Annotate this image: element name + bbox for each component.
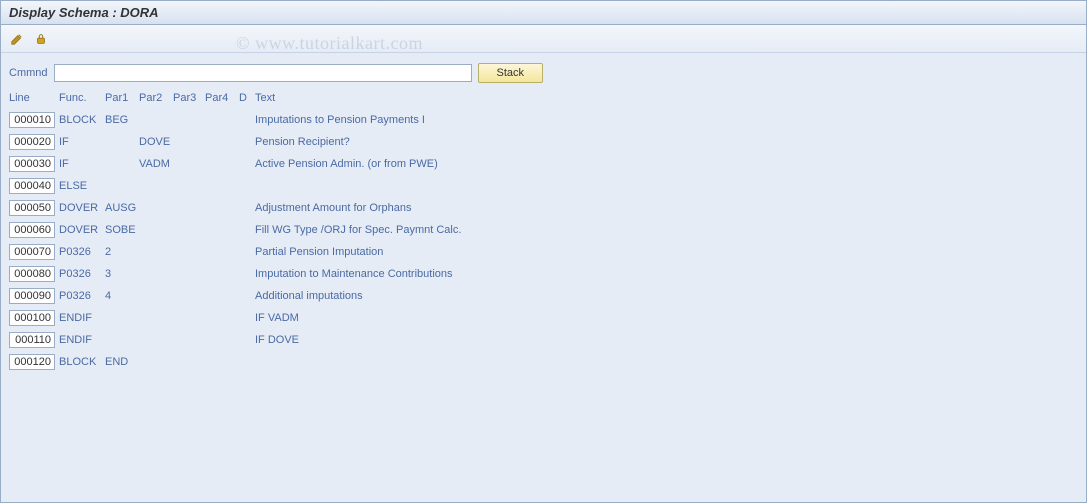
command-label: Cmmnd	[9, 67, 48, 79]
cell-par1: BEG	[105, 114, 139, 126]
header-text: Text	[253, 92, 1078, 104]
line-number-input[interactable]: 000070	[9, 244, 55, 260]
cell-par2: VADM	[139, 158, 173, 170]
cell-text: IF DOVE	[253, 334, 1078, 346]
header-d: D	[239, 92, 253, 104]
table-row: 000020 IF DOVE Pension Recipient?	[9, 131, 1078, 153]
table-row: 000050 DOVERAUSG Adjustment Amount for Orp…	[9, 197, 1078, 219]
line-number-input[interactable]: 000020	[9, 134, 55, 150]
cell-func: ENDIF	[59, 334, 105, 346]
line-number-input[interactable]: 000030	[9, 156, 55, 172]
cell-text: Adjustment Amount for Orphans	[253, 202, 1078, 214]
stack-button[interactable]: Stack	[478, 63, 544, 83]
grid-body: 000010BLOCKBEGImputations to Pension Pay…	[9, 109, 1078, 373]
table-row: 000060 DOVERSOBE Fill WG Type /ORJ for Spe…	[9, 219, 1078, 241]
table-row: 000070 P03262 Partial Pension Imputation	[9, 241, 1078, 263]
header-line: Line	[9, 92, 59, 104]
line-number-input[interactable]: 000090	[9, 288, 55, 304]
cell-text: Pension Recipient?	[253, 136, 1078, 148]
cell-par1: AUSG	[105, 202, 139, 214]
line-number-input[interactable]: 000080	[9, 266, 55, 282]
cell-text: Additional imputations	[253, 290, 1078, 302]
line-number-input[interactable]: 000100	[9, 310, 55, 326]
table-row: 000030 IF VADM Active Pension Admin. (or fr…	[9, 153, 1078, 175]
lock-icon[interactable]	[31, 30, 51, 48]
header-par3: Par3	[173, 92, 205, 104]
grid-header: Line Func. Par1 Par2 Par3 Par4 D Text	[9, 87, 1078, 109]
cell-par1: 2	[105, 246, 139, 258]
table-row: 000110 ENDIF IF DOVE	[9, 329, 1078, 351]
cell-text: Imputation to Maintenance Contributions	[253, 268, 1078, 280]
command-input[interactable]	[54, 64, 472, 82]
cell-text: Imputations to Pension Payments I	[253, 114, 1078, 126]
line-number-input[interactable]: 000040	[9, 178, 55, 194]
line-number-input[interactable]: 000120	[9, 354, 55, 370]
table-row: 000100 ENDIF IF VADM	[9, 307, 1078, 329]
content-area: Cmmnd Stack Line Func. Par1 Par2 Par3 Pa…	[1, 53, 1086, 379]
cell-par1: SOBE	[105, 224, 139, 236]
line-number-input[interactable]: 000050	[9, 200, 55, 216]
cell-func: P0326	[59, 246, 105, 258]
cell-text: Partial Pension Imputation	[253, 246, 1078, 258]
command-row: Cmmnd Stack	[9, 63, 1078, 83]
cell-func: BLOCK	[59, 114, 105, 126]
cell-func: IF	[59, 158, 105, 170]
cell-par1: 3	[105, 268, 139, 280]
header-par2: Par2	[139, 92, 173, 104]
cell-par1: 4	[105, 290, 139, 302]
cell-func: BLOCK	[59, 356, 105, 368]
cell-func: DOVER	[59, 202, 105, 214]
cell-par2: DOVE	[139, 136, 173, 148]
cell-text: Fill WG Type /ORJ for Spec. Paymnt Calc.	[253, 224, 1078, 236]
page-title: Display Schema : DORA	[1, 1, 1086, 25]
table-row: 000040 ELSE	[9, 175, 1078, 197]
cell-func: P0326	[59, 290, 105, 302]
header-par4: Par4	[205, 92, 239, 104]
line-number-input[interactable]: 000060	[9, 222, 55, 238]
header-par1: Par1	[105, 92, 139, 104]
table-row: 000010 BLOCKBEG Imputations to Pension Pay…	[9, 109, 1078, 131]
header-func: Func.	[59, 92, 105, 104]
cell-func: IF	[59, 136, 105, 148]
cell-text: IF VADM	[253, 312, 1078, 324]
cell-func: ELSE	[59, 180, 105, 192]
line-number-input[interactable]: 000010	[9, 112, 55, 128]
line-number-input[interactable]: 000110	[9, 332, 55, 348]
toolbar	[1, 25, 1086, 53]
cell-par1: END	[105, 356, 139, 368]
table-row: 000080 P03263 Imputation to Maintenance Co…	[9, 263, 1078, 285]
cell-func: P0326	[59, 268, 105, 280]
table-row: 000120 BLOCKEND	[9, 351, 1078, 373]
edit-icon[interactable]	[7, 30, 27, 48]
cell-func: ENDIF	[59, 312, 105, 324]
table-row: 000090 P03264 Additional imputations	[9, 285, 1078, 307]
cell-text: Active Pension Admin. (or from PWE)	[253, 158, 1078, 170]
cell-func: DOVER	[59, 224, 105, 236]
